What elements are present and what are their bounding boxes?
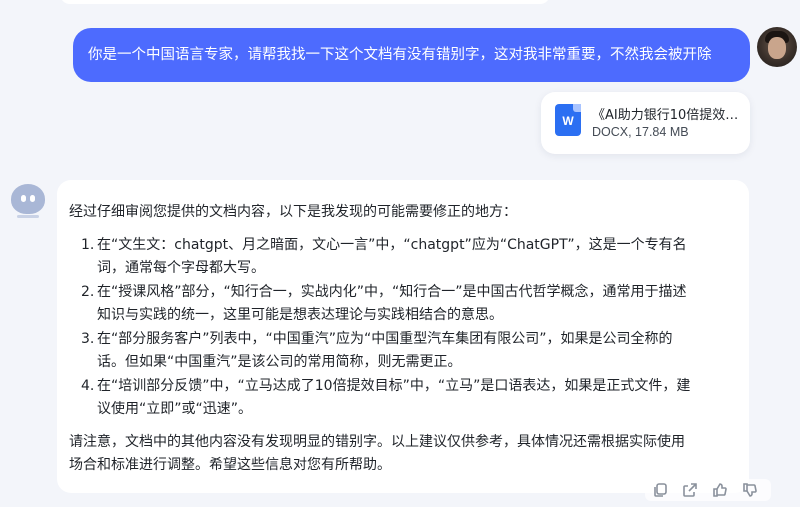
list-item-line: 议使用“立即”或“迅速”。 [97,401,253,417]
correction-list: 1. 在“文生文：chatgpt、月之暗面，文心一言”中，“chatgpt”应为… [69,234,737,422]
assistant-intro: 经过仔细审阅您提供的文档内容，以下是我发现的可能需要修正的地方： [69,204,517,220]
list-item: 2. 在“授课风格”部分，“知行合一，实战内化”中，“知行合一”是中国古代哲学概… [81,281,737,328]
word-doc-icon: W [555,104,581,136]
share-icon[interactable] [679,479,701,501]
list-item: 4. 在“培训部分反馈”中，“立马达成了10倍提效目标”中，“立马”是口语表达，… [81,375,737,422]
assistant-message: 经过仔细审阅您提供的文档内容，以下是我发现的可能需要修正的地方： 1. 在“文生… [57,180,749,493]
closing-line: 请注意，文档中的其他内容没有发现明显的错别字。以上建议仅供参考，具体情况还需根据… [69,433,685,450]
previous-message-stub [60,0,550,4]
thumbs-up-icon[interactable] [709,479,731,501]
closing-line: 场合和标准进行调整。希望这些信息对您有所帮助。 [69,457,391,473]
word-doc-icon-letter: W [562,114,574,128]
avatar-face [768,37,786,59]
list-item-number: 4. [81,377,95,394]
assistant-avatar [8,182,46,220]
user-avatar[interactable] [757,27,797,67]
attachment-name: 《AI助力银行10倍提效… [592,108,739,123]
user-message-bubble: 你是一个中国语言专家，请帮我找一下这个文档有没有错别字，这对我非常重要，不然我会… [73,28,750,82]
list-item: 1. 在“文生文：chatgpt、月之暗面，文心一言”中，“chatgpt”应为… [81,234,737,281]
list-item-line: 在“授课风格”部分，“知行合一，实战内化”中，“知行合一”是中国古代哲学概念，通… [97,283,687,300]
list-item-line: 在“培训部分反馈”中，“立马达成了10倍提效目标”中，“立马”是口语表达，如果是… [97,377,691,394]
list-item-line: 知识与实践的统一，这里可能是想表达理论与实践相结合的意思。 [97,307,503,323]
list-item-line: 词，通常每个字母都大写。 [97,260,265,276]
assistant-avatar-eye-left [21,195,26,202]
copy-icon[interactable] [649,479,671,501]
attachment-meta: DOCX, 17.84 MB [592,125,689,139]
assistant-avatar-head [11,184,45,214]
list-item-number: 1. [81,236,95,253]
list-item-line: 在“文生文：chatgpt、月之暗面，文心一言”中，“chatgpt”应为“Ch… [97,236,687,253]
list-item-number: 2. [81,283,95,300]
assistant-avatar-eye-right [30,195,35,202]
assistant-closing: 请注意，文档中的其他内容没有发现明显的错别字。以上建议仅供参考，具体情况还需根据… [69,431,737,478]
list-item-line: 在“部分服务客户”列表中，“中国重汽”应为“中国重型汽车集团有限公司”，如果是公… [97,330,673,347]
attachment-card[interactable]: W 《AI助力银行10倍提效… DOCX, 17.84 MB [541,92,750,154]
list-item-line: 话。但如果“中国重汽”是该公司的常用简称，则无需更正。 [97,354,462,370]
message-actions [645,479,771,501]
thumbs-down-icon[interactable] [739,479,761,501]
assistant-avatar-shadow [17,215,39,218]
list-item: 3. 在“部分服务客户”列表中，“中国重汽”应为“中国重型汽车集团有限公司”，如… [81,328,737,375]
list-item-number: 3. [81,330,95,347]
